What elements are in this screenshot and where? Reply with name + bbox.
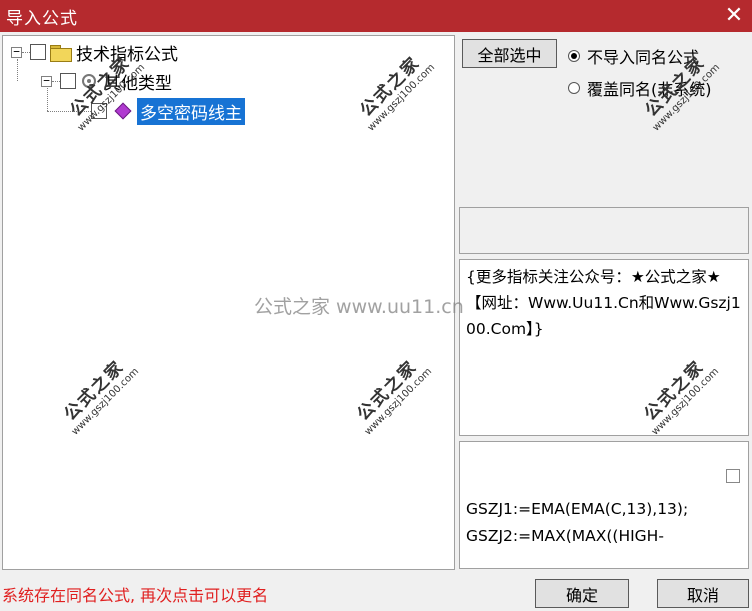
radio-dot[interactable] [568,82,580,94]
tree-node-child[interactable]: − 其他类型 [41,70,172,94]
ok-button[interactable]: 确定 [535,579,629,608]
formula-icon [114,102,132,120]
radio-no-import-label: 不导入同名公式 [587,48,700,67]
collapse-icon[interactable]: − [41,75,52,87]
folder-icon [50,44,72,62]
code-checkbox[interactable] [726,469,740,483]
leaf-checkbox[interactable] [91,103,107,119]
radio-no-import[interactable]: 不导入同名公式 [568,44,699,68]
tree-label-root: 技术指标公式 [76,44,178,65]
status-message: 系统存在同名公式, 再次点击可以更名 [2,586,269,605]
collapse-icon[interactable]: − [11,46,22,58]
root-checkbox[interactable] [30,44,46,60]
radio-dot[interactable] [568,50,580,62]
cancel-button[interactable]: 取消 [657,579,749,608]
close-icon[interactable]: ✕ [722,4,746,28]
window-title: 导入公式 [6,8,78,29]
radio-overwrite[interactable]: 覆盖同名(非系统) [568,76,712,100]
formula-tree[interactable]: − 技术指标公式 − 其他类型 多空密码线主 [2,35,455,570]
tree-label-leaf[interactable]: 多空密码线主 [137,97,245,125]
select-all-button[interactable]: 全部选中 [462,39,557,68]
gear-icon [82,74,96,88]
child-checkbox[interactable] [60,73,76,89]
description-box: {更多指标关注公众号：★公式之家★ 【网址：Www.Uu11.Cn和Www.Gs… [459,259,749,436]
radio-overwrite-label: 覆盖同名(非系统) [587,80,712,99]
tree-label-child: 其他类型 [104,73,172,94]
formula-code-box[interactable]: GSZJ1:=EMA(EMA(C,13),13); GSZJ2:=MAX(MAX… [459,441,749,569]
code-line-2: GSZJ2:=MAX(MAX((HIGH- [466,527,664,545]
info-box [459,207,749,254]
tree-node-leaf[interactable]: 多空密码线主 [47,97,245,125]
code-line-1: GSZJ1:=EMA(EMA(C,13),13); [466,500,689,518]
title-bar: 导入公式 ✕ [0,0,752,32]
tree-node-root[interactable]: − 技术指标公式 [11,41,178,65]
